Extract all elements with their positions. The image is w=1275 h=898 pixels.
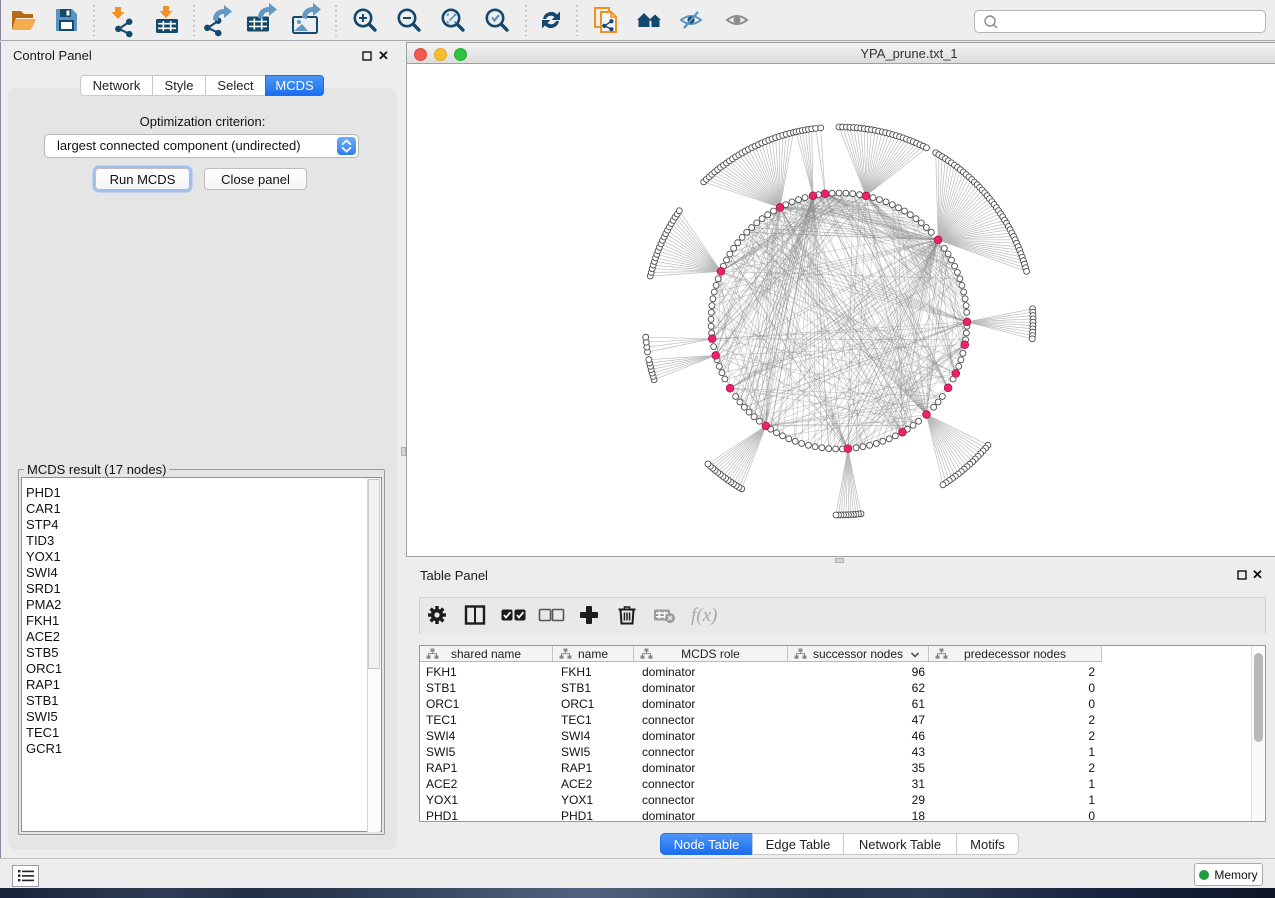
svg-text:f(x): f(x)	[691, 605, 717, 626]
